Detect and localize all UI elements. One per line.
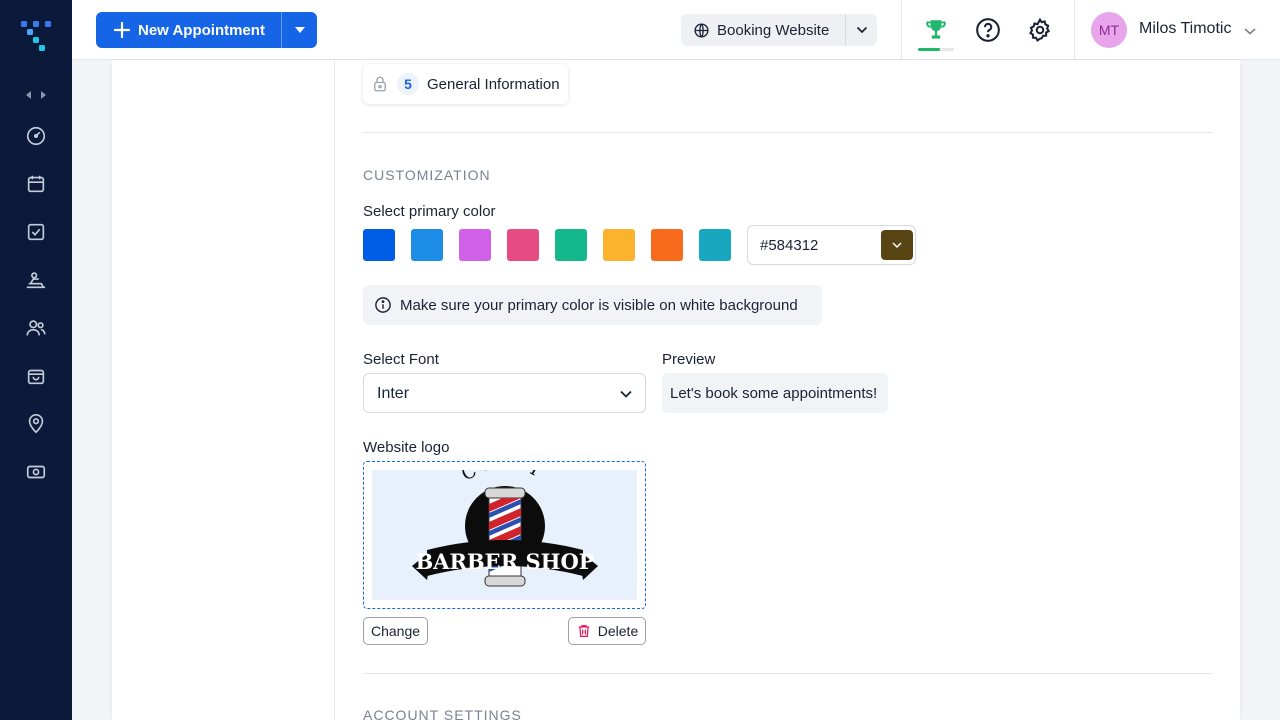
booking-website-dropdown-button[interactable] — [845, 14, 877, 46]
trophy-progress-bar — [918, 48, 954, 51]
shop-bag-icon[interactable] — [24, 364, 48, 388]
gear-icon[interactable] — [1026, 16, 1054, 44]
sidebar — [0, 0, 72, 720]
preview-label: Preview — [662, 351, 716, 368]
trash-icon — [578, 625, 590, 637]
topbar-divider — [1074, 0, 1075, 60]
color-swatch-yellow[interactable] — [603, 229, 635, 261]
new-appointment-button-group: New Appointment — [96, 12, 317, 48]
help-icon[interactable] — [974, 16, 1002, 44]
lock-icon — [374, 76, 386, 92]
account-settings-section-title: ACCOUNT SETTINGS — [363, 707, 522, 720]
new-appointment-dropdown-button[interactable] — [281, 12, 317, 48]
customization-section-title: CUSTOMIZATION — [363, 167, 491, 183]
location-icon[interactable] — [24, 412, 48, 436]
section-divider — [363, 673, 1212, 674]
website-logo-label: Website logo — [363, 439, 450, 456]
caret-down-icon — [294, 27, 305, 33]
trophy-icon[interactable] — [922, 16, 950, 44]
task-check-icon[interactable] — [24, 220, 48, 244]
hex-color-input[interactable]: #584312 — [747, 225, 916, 265]
font-preview: Let's book some appointments! — [662, 373, 888, 413]
app-logo-icon[interactable] — [20, 20, 52, 52]
font-select[interactable]: Inter — [363, 373, 646, 413]
plus-icon — [114, 22, 130, 38]
finance-icon[interactable] — [24, 460, 48, 484]
delete-logo-button[interactable]: Delete — [568, 617, 646, 645]
card-column-divider — [334, 60, 335, 720]
preview-text: Let's book some appointments! — [670, 384, 878, 402]
color-swatch-purple[interactable] — [459, 229, 491, 261]
hex-color-value: #584312 — [760, 237, 819, 254]
dashboard-icon[interactable] — [24, 124, 48, 148]
step-general-information[interactable]: 5 General Information — [363, 64, 568, 104]
globe-icon — [694, 22, 709, 38]
delete-logo-label: Delete — [597, 623, 639, 639]
color-swatch-blue[interactable] — [363, 229, 395, 261]
chevron-down-icon[interactable] — [1243, 24, 1257, 36]
website-logo-image: CARY BARBER SHOP — [372, 451, 637, 600]
font-select-value: Inter — [377, 385, 410, 402]
chevron-down-icon — [620, 390, 632, 398]
change-logo-button[interactable]: Change — [363, 617, 428, 645]
color-info-notice: Make sure your primary color is visible … — [363, 285, 822, 325]
new-appointment-label: New Appointment — [138, 21, 265, 39]
chevron-down-icon — [892, 241, 902, 248]
customers-icon[interactable] — [24, 316, 48, 340]
svg-text:CARY: CARY — [458, 470, 552, 486]
color-swatch-pink[interactable] — [507, 229, 539, 261]
color-swatch-teal[interactable] — [699, 229, 731, 261]
booking-website-button-group: Booking Website — [681, 14, 877, 46]
step-label: General Information — [427, 75, 560, 93]
avatar[interactable]: MT — [1091, 12, 1127, 48]
step-number-badge: 5 — [397, 73, 419, 95]
section-divider — [363, 132, 1212, 133]
topbar-divider — [901, 0, 902, 60]
calendar-icon[interactable] — [24, 172, 48, 196]
user-name[interactable]: Milos Timotic — [1139, 20, 1231, 38]
color-swatch-light-blue[interactable] — [411, 229, 443, 261]
primary-color-label: Select primary color — [363, 203, 496, 220]
booking-website-label: Booking Website — [717, 21, 830, 39]
services-icon[interactable] — [24, 268, 48, 292]
logo-upload-area[interactable]: CARY BARBER SHOP — [363, 451, 646, 609]
info-icon — [375, 297, 391, 313]
booking-website-button[interactable]: Booking Website — [681, 14, 845, 46]
svg-text:BARBER SHOP: BARBER SHOP — [415, 549, 594, 574]
color-swatch-green[interactable] — [555, 229, 587, 261]
chevron-down-icon — [856, 26, 867, 34]
top-bar: New Appointment Booking Website MT Milos… — [72, 0, 1280, 60]
color-swatch-orange[interactable] — [651, 229, 683, 261]
sidebar-collapse-toggle[interactable] — [24, 88, 48, 100]
font-label: Select Font — [363, 351, 439, 368]
color-picker-button[interactable] — [881, 230, 913, 260]
info-text: Make sure your primary color is visible … — [400, 296, 798, 314]
new-appointment-button[interactable]: New Appointment — [96, 12, 281, 48]
